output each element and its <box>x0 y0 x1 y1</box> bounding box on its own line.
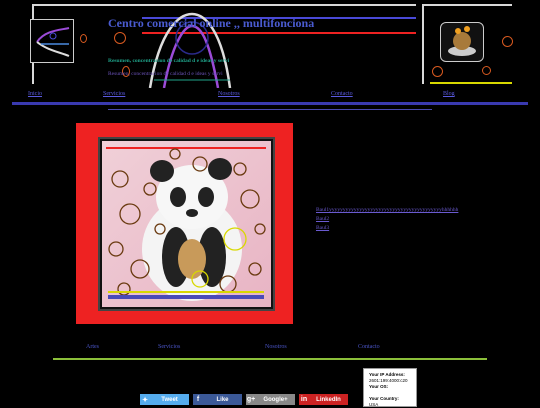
google-plus-icon: g+ <box>246 396 256 403</box>
footer-item-servicios[interactable]: Servicios <box>158 344 180 350</box>
facebook-icon: f <box>196 396 200 403</box>
nav-item-blog[interactable]: Blog <box>443 91 455 97</box>
tweet-button[interactable]: ✦ Tweet <box>140 394 189 405</box>
header-frame-top-right <box>422 4 512 6</box>
site-tagline: Resumen, concentracion de calidad d e id… <box>108 58 230 64</box>
like-button[interactable]: f Like <box>193 394 242 405</box>
twitter-icon: ✦ <box>142 396 148 404</box>
link-baul1[interactable]: Baul1yyyyyyyyyyyyyyyyyyyyyyyyyyyyyyyyyyy… <box>316 207 458 213</box>
nav-item-servicios[interactable]: Servicios <box>103 91 125 97</box>
link-baul2[interactable]: Baul2 <box>316 216 458 222</box>
panda-image <box>102 141 271 307</box>
globe-money-icon <box>448 26 476 56</box>
footer-item-artes[interactable]: Artes <box>86 344 99 350</box>
site-title[interactable]: Centro comercial online ,, multifonciona <box>108 16 314 31</box>
linkedin-button[interactable]: in LinkedIn <box>299 394 348 405</box>
google-plus-label: Google+ <box>263 396 288 403</box>
site-tagline-secondary: Resumen, concentracion de calidad d e id… <box>108 71 223 77</box>
feature-frame <box>76 123 293 324</box>
nav-subdivider <box>108 109 432 110</box>
os-label: Your OS: <box>369 384 389 389</box>
feature-image[interactable] <box>98 137 275 311</box>
tweet-label: Tweet <box>161 396 178 403</box>
like-label: Like <box>216 396 229 403</box>
nav-item-contacto[interactable]: Contacto <box>331 91 353 97</box>
site-logo[interactable] <box>30 19 74 63</box>
header-frame-top <box>32 4 416 6</box>
link-baul3[interactable]: Baul3 <box>316 225 458 231</box>
ip-info-widget: Your IP Address: 2601:199:4000:c20 Your … <box>363 368 417 407</box>
nav-item-inicio[interactable]: Inicio <box>28 91 42 97</box>
footer-item-nosotros[interactable]: Nosotros <box>265 344 287 350</box>
linkedin-label: LinkedIn <box>316 396 341 403</box>
linkedin-icon: in <box>300 396 308 403</box>
footer-nav: Artes Servicios Nosotros Contacto <box>0 343 540 355</box>
country-value: USA <box>369 402 379 407</box>
footer-divider <box>53 358 487 360</box>
header-emblem <box>440 22 484 62</box>
header: Centro comercial online ,, multifonciona… <box>30 4 513 88</box>
header-frame-divider <box>422 4 424 84</box>
nav-divider <box>12 102 528 105</box>
nav-item-nosotros[interactable]: Nosotros <box>218 91 240 97</box>
google-plus-button[interactable]: g+ Google+ <box>246 394 295 405</box>
footer-item-contacto[interactable]: Contacto <box>358 344 380 350</box>
main-nav: Inicio Servicios Nosotros Contacto Blog <box>0 88 540 102</box>
content-links: Baul1yyyyyyyyyyyyyyyyyyyyyyyyyyyyyyyyyyy… <box>316 207 458 231</box>
header-rule-yellow <box>430 82 512 84</box>
